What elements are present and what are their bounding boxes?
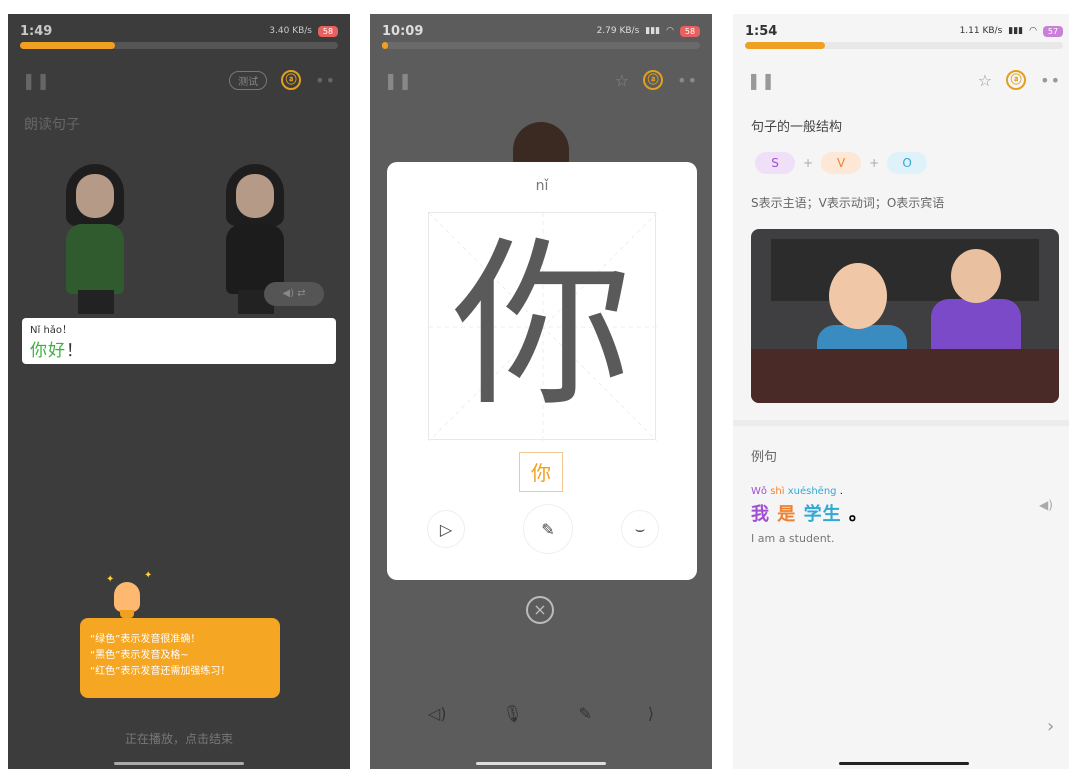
tip-line: “红色”表示发音还需加强练习！ [90, 666, 231, 677]
net-speed: 2.79 KB/s [596, 26, 640, 36]
example-hanzi: 我 是 学生 。 [751, 504, 868, 525]
net-speed: 1.11 KB/s [959, 26, 1003, 36]
plus-sign: + [869, 156, 880, 170]
svo-description: S表示主语；V表示动词；O表示宾语 [751, 196, 945, 210]
section-title: 朗读句子 [24, 117, 80, 133]
plus-sign: + [803, 156, 814, 170]
svo-formula: S + V + O [755, 152, 928, 174]
pause-icon[interactable]: ❚❚ [747, 71, 776, 90]
play-icon[interactable]: ▷ [427, 510, 465, 548]
bottom-toolbar: ◁) 🎙 ✎ ⟩ [370, 704, 712, 723]
object-pill: O [887, 152, 928, 174]
pen-icon[interactable]: ✎ [579, 704, 592, 723]
girl-green-illustration [58, 164, 132, 314]
battery-icon: 58 [680, 25, 700, 37]
pronunciation-tip: “绿色”表示发音很准确！ “黑色”表示发音及格~ “红色”表示发音还需加强练习！ [80, 618, 280, 698]
signal-icon: ▮▮▮ [1008, 26, 1024, 36]
status-time: 10:09 [382, 23, 424, 39]
more-icon[interactable]: •• [1040, 71, 1061, 90]
status-bar: 1:54 1.11 KB/s ▮▮▮ ◠ 57 [745, 22, 1063, 40]
home-indicator[interactable] [114, 762, 244, 765]
coin-icon[interactable]: ⓐ [281, 70, 302, 90]
pause-icon[interactable]: ❚❚ [22, 71, 51, 90]
status-bar: 10:09 2.79 KB/s ▮▮▮ ◠ 58 [382, 22, 700, 40]
pen-icon[interactable]: ✎ [523, 504, 573, 554]
spark-icon: ✦ [144, 570, 153, 581]
subject-pill: S [755, 152, 795, 174]
microphone-icon[interactable]: 🎙 [502, 704, 522, 723]
coin-icon[interactable]: ⓐ [643, 70, 664, 90]
hide-eye-icon[interactable]: ⌣ [621, 510, 659, 548]
classroom-illustration [751, 229, 1059, 403]
top-toolbar: ❚❚ 测试 ⓐ •• [22, 68, 336, 92]
spark-icon: ✦ [106, 574, 115, 585]
wifi-icon: ◠ [1029, 26, 1037, 36]
writing-grid[interactable]: 你 [428, 212, 657, 441]
star-icon[interactable]: ☆ [978, 71, 992, 90]
coin-icon[interactable]: ⓐ [1006, 70, 1027, 90]
sentence-card: Nǐ hǎo！ 你好！ [22, 318, 336, 364]
example-pinyin: Wǒ shì xuéshēng . [751, 486, 843, 497]
speaker-icon[interactable]: ◀) [1039, 498, 1053, 512]
more-icon[interactable]: •• [315, 71, 336, 90]
character-card: nǐ 你 你 ▷ ✎ ⌣ [387, 162, 697, 580]
example-title: 例句 [751, 450, 778, 465]
sentence-hanzi: 你好！ [30, 341, 84, 361]
tip-line: “绿色”表示发音很准确！ [90, 634, 201, 645]
progress-fill [745, 42, 825, 49]
phone-read-sentence: 1:49 3.40 KB/s 58 ❚❚ 测试 ⓐ •• 朗读句子 ◀) ⇄ N… [8, 14, 350, 769]
progress-fill [382, 42, 389, 49]
home-indicator[interactable] [839, 762, 969, 765]
verb-pill: V [821, 152, 862, 174]
lesson-progress-bar [20, 42, 338, 49]
structure-title: 句子的一般结构 [751, 120, 843, 135]
battery-icon: 57 [1043, 25, 1063, 37]
status-time: 1:49 [20, 23, 53, 39]
playback-hint[interactable]: 正在播放，点击结束 [8, 730, 350, 747]
example-english: I am a student. [751, 532, 835, 545]
next-icon[interactable]: ⟩ [648, 704, 654, 723]
section-divider [733, 420, 1069, 426]
lesson-progress-bar [745, 42, 1063, 49]
large-character: 你 [451, 222, 632, 431]
test-button[interactable]: 测试 [229, 70, 268, 90]
speaker-icon[interactable]: ◁) [428, 704, 447, 723]
pause-icon[interactable]: ❚❚ [384, 71, 413, 90]
more-icon[interactable]: •• [677, 71, 698, 90]
star-icon[interactable]: ☆ [615, 71, 629, 90]
sentence-pinyin: Nǐ hǎo！ [30, 325, 73, 336]
progress-fill [20, 42, 116, 49]
next-arrow-icon[interactable]: › [1047, 716, 1054, 737]
top-toolbar: ❚❚ ☆ ⓐ •• [384, 68, 698, 92]
lightbulb-base [120, 610, 134, 618]
lesson-progress-bar [382, 42, 700, 49]
lightbulb-icon [114, 582, 140, 612]
wifi-icon: ◠ [666, 26, 674, 36]
speaker-icon[interactable]: ◀) ⇄ [264, 282, 324, 306]
boy-illustration [513, 122, 569, 166]
phone-sentence-structure: 1:54 1.11 KB/s ▮▮▮ ◠ 57 ❚❚ ☆ ⓐ •• 句子的一般结… [733, 14, 1069, 769]
signal-icon: ▮▮▮ [645, 26, 661, 36]
top-toolbar: ❚❚ ☆ ⓐ •• [747, 68, 1061, 92]
character-pinyin: nǐ [535, 178, 549, 194]
home-indicator[interactable] [476, 762, 606, 765]
small-character[interactable]: 你 [519, 452, 563, 492]
phone-character-writing: 10:09 2.79 KB/s ▮▮▮ ◠ 58 ❚❚ ☆ ⓐ •• nǐ 你 … [370, 14, 712, 769]
battery-icon: 58 [318, 25, 338, 37]
net-speed: 3.40 KB/s [269, 26, 312, 36]
status-bar: 1:49 3.40 KB/s 58 [20, 22, 338, 40]
tip-line: “黑色”表示发音及格~ [90, 650, 189, 661]
status-time: 1:54 [745, 23, 778, 39]
close-icon[interactable]: × [526, 596, 554, 624]
